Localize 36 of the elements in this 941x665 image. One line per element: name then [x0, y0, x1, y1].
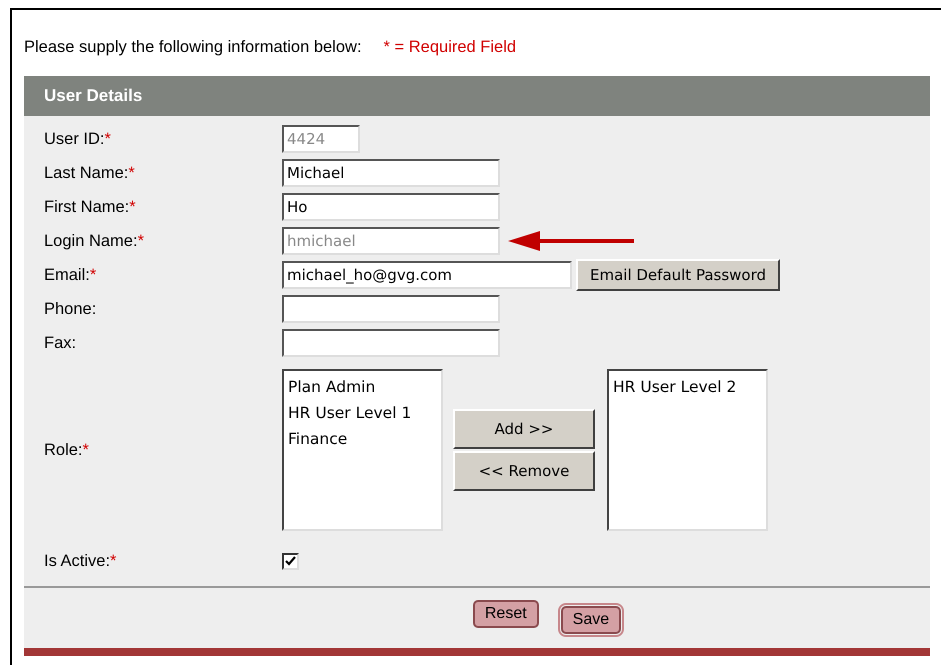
field-label: Is Active:	[44, 552, 110, 570]
field-label: First Name:	[44, 198, 130, 216]
list-item[interactable]: HR User Level 2	[613, 374, 762, 400]
field-label: Login Name:	[44, 232, 138, 250]
input-field[interactable]	[282, 295, 500, 323]
reset-button[interactable]: Reset	[472, 600, 539, 628]
required-mark: *	[110, 552, 116, 570]
save-button[interactable]: Save	[560, 606, 622, 634]
field-label: Role:	[44, 440, 83, 458]
required-mark: *	[90, 266, 96, 284]
input-field[interactable]	[282, 329, 500, 357]
email-password-button[interactable]: Email Default Password	[576, 259, 780, 291]
list-item[interactable]: HR User Level 1	[288, 400, 437, 426]
available-roles-list[interactable]: Plan Admin HR User Level 1 Finance	[282, 369, 443, 531]
list-item[interactable]: Finance	[288, 426, 437, 452]
add-button[interactable]: Add >>	[453, 409, 595, 449]
required-mark: *	[82, 440, 89, 458]
field-label: Fax:	[44, 334, 76, 352]
field-label: Last Name:	[44, 164, 128, 182]
field-label: User ID:	[44, 130, 105, 148]
required-mark: *	[104, 130, 111, 148]
instruction-text: Please supply the following information below:	[24, 38, 362, 58]
required-mark: *	[128, 164, 135, 182]
input-field[interactable]: Ho	[282, 193, 500, 221]
input-field[interactable]: Michael	[282, 159, 500, 187]
field-label: Email:	[44, 266, 90, 284]
input-field[interactable]: michael_ho@gvg.com	[282, 261, 572, 289]
field-label: Phone:	[44, 300, 96, 318]
checkbox[interactable]	[282, 552, 299, 570]
list-item[interactable]: Plan Admin	[288, 374, 437, 400]
assigned-roles-list[interactable]: HR User Level 2	[607, 369, 768, 531]
panel-title: User Details	[44, 86, 142, 106]
required-note: * = Required Field	[384, 38, 516, 58]
remove-button[interactable]: << Remove	[453, 451, 595, 491]
required-mark: *	[138, 232, 144, 250]
required-mark: *	[129, 198, 136, 216]
